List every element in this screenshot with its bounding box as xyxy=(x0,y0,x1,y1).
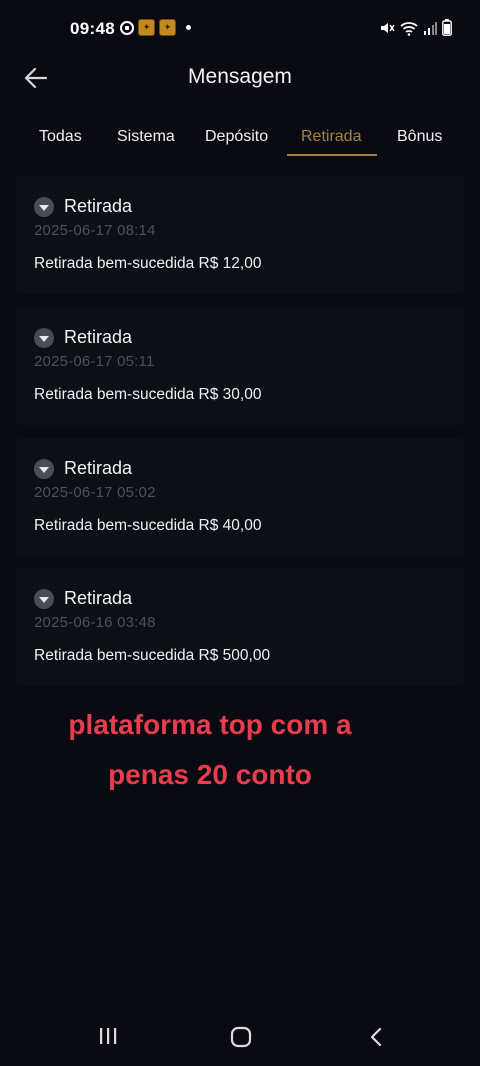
chevron-down-icon[interactable] xyxy=(34,196,54,217)
message-date: 2025-06-17 08:14 xyxy=(34,222,156,239)
message-card[interactable]: Retirada 2025-06-17 08:14 Retirada bem-s… xyxy=(16,176,464,294)
status-time: 09:48 xyxy=(70,19,115,38)
navigation-bar xyxy=(0,1010,480,1066)
message-title: Retirada xyxy=(64,327,133,347)
chevron-down-icon[interactable] xyxy=(34,458,54,479)
message-card[interactable]: Retirada 2025-06-17 05:02 Retirada bem-s… xyxy=(16,438,464,556)
signal-icon xyxy=(423,21,437,35)
message-header: Retirada xyxy=(34,458,132,479)
status-right-icons xyxy=(379,19,452,36)
message-header: Retirada xyxy=(34,327,132,348)
tab-sistema[interactable]: Sistema xyxy=(117,128,175,146)
recent-apps-icon xyxy=(100,1028,117,1044)
message-card[interactable]: Retirada 2025-06-17 05:11 Retirada bem-s… xyxy=(16,307,464,425)
home-button[interactable] xyxy=(230,1026,252,1053)
home-icon xyxy=(230,1026,252,1048)
tab-todas[interactable]: Todas xyxy=(39,128,82,146)
battery-icon xyxy=(442,19,452,36)
message-date: 2025-06-17 05:02 xyxy=(34,484,156,501)
notification-dot-icon xyxy=(186,25,191,30)
message-text: Retirada bem-sucedida R$ 12,00 xyxy=(34,255,262,272)
message-card[interactable]: Retirada 2025-06-16 03:48 Retirada bem-s… xyxy=(16,568,464,686)
whatsapp-icon xyxy=(120,20,134,35)
overlay-caption-line: penas 20 conto xyxy=(108,759,312,790)
status-bar: 09:48 ✦ ✦ xyxy=(0,0,480,58)
app-badge-icon: ✦ xyxy=(138,19,155,36)
mute-icon xyxy=(379,20,395,36)
tab-bonus[interactable]: Bônus xyxy=(397,128,442,146)
message-date: 2025-06-16 03:48 xyxy=(34,614,156,631)
overlay-caption: plataforma top com a penas 20 conto xyxy=(0,700,420,800)
app-badge-icon: ✦ xyxy=(159,19,176,36)
chevron-down-icon[interactable] xyxy=(34,588,54,609)
message-text: Retirada bem-sucedida R$ 40,00 xyxy=(34,517,262,534)
message-title: Retirada xyxy=(64,196,133,216)
active-tab-indicator xyxy=(287,154,377,156)
page-title: Mensagem xyxy=(188,65,292,88)
header: Mensagem xyxy=(0,58,480,98)
message-text: Retirada bem-sucedida R$ 30,00 xyxy=(34,386,262,403)
status-left-icons: ✦ ✦ xyxy=(120,19,191,36)
message-title: Retirada xyxy=(64,458,133,478)
back-chevron-icon xyxy=(370,1027,382,1047)
back-nav-button[interactable] xyxy=(366,1026,386,1053)
message-header: Retirada xyxy=(34,196,132,217)
message-header: Retirada xyxy=(34,588,132,609)
chevron-down-icon[interactable] xyxy=(34,327,54,348)
recent-apps-button[interactable] xyxy=(98,1026,118,1051)
tab-bar: Todas Sistema Depósito Retirada Bônus xyxy=(0,118,480,158)
wifi-icon xyxy=(400,20,418,36)
tab-retirada[interactable]: Retirada xyxy=(301,128,361,146)
message-text: Retirada bem-sucedida R$ 500,00 xyxy=(34,647,271,664)
overlay-caption-line: plataforma top com a xyxy=(68,709,352,740)
message-date: 2025-06-17 05:11 xyxy=(34,353,155,370)
message-title: Retirada xyxy=(64,588,133,608)
tab-deposito[interactable]: Depósito xyxy=(205,128,268,146)
